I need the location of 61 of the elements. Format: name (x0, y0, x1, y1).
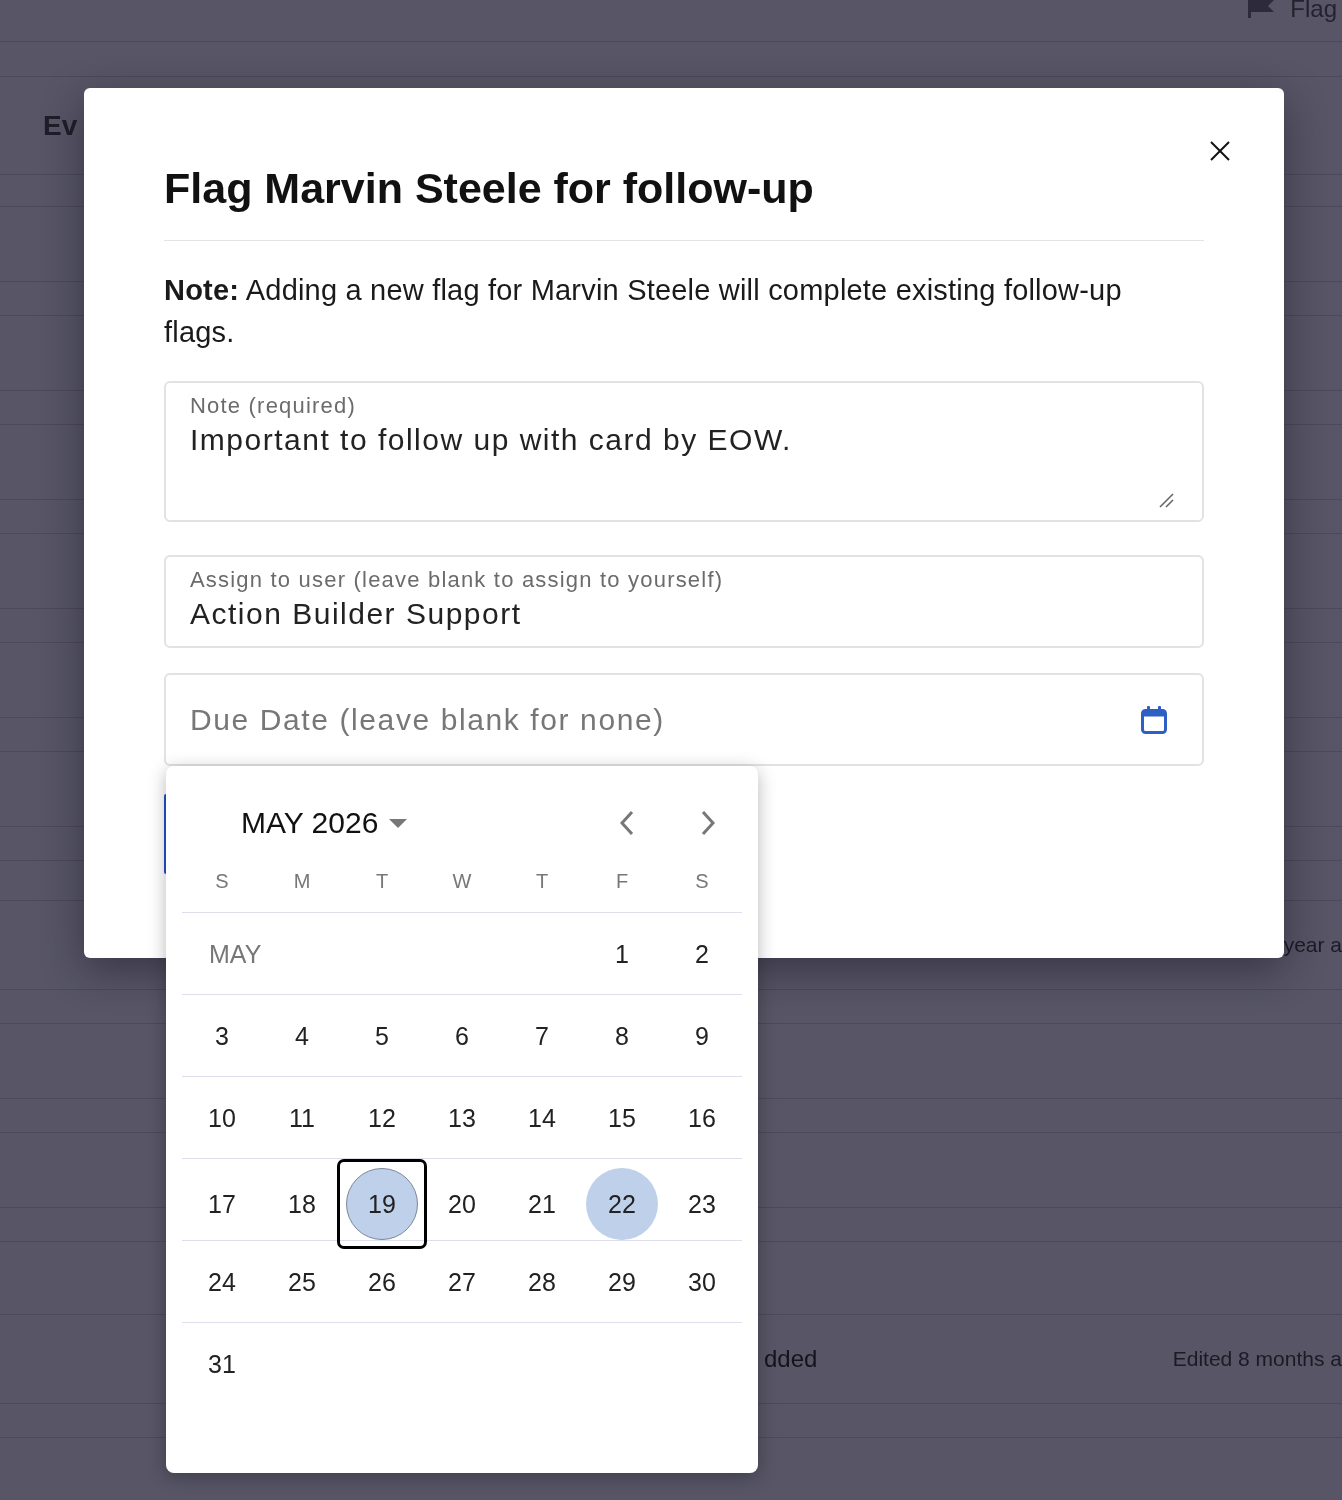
day-button[interactable]: 21 (506, 1168, 578, 1240)
calendar-icon[interactable] (1141, 705, 1167, 734)
resize-handle-icon[interactable] (1159, 493, 1174, 508)
day-button[interactable]: 3 (186, 999, 258, 1072)
day-button[interactable]: 20 (426, 1168, 498, 1240)
weekday-label: M (293, 869, 311, 893)
chevron-right-icon (701, 810, 715, 836)
day-button[interactable]: 2 (666, 917, 738, 990)
day-button[interactable]: 9 (666, 999, 738, 1072)
note-text: Note: Adding a new flag for Marvin Steele will complete existing follow-up flags. (164, 273, 1123, 350)
day-button[interactable]: 10 (186, 1081, 258, 1154)
due-date-input[interactable]: Due Date (leave blank for none) (190, 701, 1129, 738)
day-button[interactable]: 5 (346, 999, 418, 1072)
assign-user-field[interactable]: Assign to user (leave blank to assign to yourself) Action Builder Support (164, 555, 1204, 648)
weekday-label: S (215, 869, 229, 893)
weekday-label: W (452, 869, 472, 893)
day-button[interactable]: 16 (666, 1081, 738, 1154)
due-date-field[interactable]: Due Date (leave blank for none) (164, 673, 1204, 766)
day-button[interactable]: 30 (666, 1245, 738, 1318)
day-button[interactable]: 19 (346, 1168, 418, 1240)
day-button[interactable]: 22 (586, 1168, 658, 1240)
day-button[interactable]: 14 (506, 1081, 578, 1154)
cell-text: Edited 8 months a (1172, 1346, 1342, 1372)
day-button[interactable]: 27 (426, 1245, 498, 1318)
month-year-button[interactable]: MAY 2026 (241, 806, 408, 840)
field-label: Note (required) (190, 393, 356, 419)
assign-user-input[interactable]: Action Builder Support (190, 596, 1178, 632)
dialog-title: Flag Marvin Steele for follow-up (164, 164, 814, 212)
weekday-label: T (535, 869, 549, 893)
note-input[interactable]: Important to follow up with card by EOW. (190, 422, 1178, 492)
day-button[interactable]: 12 (346, 1081, 418, 1154)
close-icon (1210, 141, 1230, 161)
day-button[interactable]: 17 (186, 1168, 258, 1240)
weekday-label: F (615, 869, 629, 893)
day-button[interactable]: 15 (586, 1081, 658, 1154)
weekday-label: T (375, 869, 389, 893)
day-button[interactable]: 31 (186, 1328, 258, 1400)
field-label: Assign to user (leave blank to assign to yourself) (190, 567, 724, 593)
chevron-left-icon (620, 810, 634, 836)
caret-down-icon (389, 818, 408, 828)
weekday-label: S (695, 869, 709, 893)
day-button[interactable]: 6 (426, 999, 498, 1072)
day-button[interactable]: 18 (266, 1168, 338, 1240)
day-button[interactable]: 26 (346, 1245, 418, 1318)
day-button[interactable]: 11 (266, 1081, 338, 1154)
day-button[interactable]: 23 (666, 1168, 738, 1240)
day-button[interactable]: 25 (266, 1245, 338, 1318)
day-button[interactable]: 13 (426, 1081, 498, 1154)
day-button[interactable]: 28 (506, 1245, 578, 1318)
day-button[interactable]: 24 (186, 1245, 258, 1318)
day-button[interactable]: 29 (586, 1245, 658, 1318)
flag-icon (1248, 0, 1275, 18)
day-button[interactable]: 4 (266, 999, 338, 1072)
note-field[interactable]: Note (required) Important to follow up with card by EOW. (164, 381, 1204, 522)
day-button[interactable]: 7 (506, 999, 578, 1072)
day-button[interactable]: 1 (586, 917, 658, 990)
cell-text: year a (1283, 932, 1342, 958)
section-heading: Ev (43, 109, 78, 142)
cell-text: dded (764, 1345, 818, 1373)
month-label: MAY (209, 938, 262, 969)
day-button[interactable]: 8 (586, 999, 658, 1072)
